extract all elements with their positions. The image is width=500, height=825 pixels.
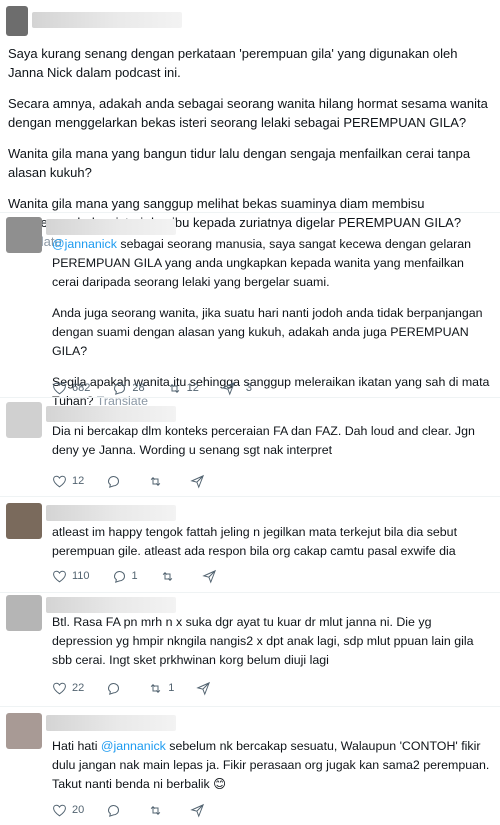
repost-icon [151, 476, 161, 486]
action-bar: 12 [52, 472, 227, 490]
heart-icon [53, 382, 66, 394]
blurred-username[interactable] [32, 12, 182, 28]
reply-paragraph: atleast im happy tengok fattah jeling n … [52, 525, 458, 558]
comment-icon [114, 382, 126, 395]
like-button[interactable]: 22 [52, 681, 84, 696]
reply-paragraph: Btl. Rasa FA pn mrh n x suka dgr ayat tu… [52, 615, 474, 667]
comment-icon [108, 475, 120, 488]
avatar[interactable] [6, 402, 42, 438]
share-icon [190, 803, 205, 818]
like-button[interactable]: 682 [52, 381, 90, 396]
share-icon [190, 474, 205, 489]
repost-count: 1 [168, 682, 175, 694]
divider [0, 496, 500, 497]
reply-button[interactable]: 1 [112, 569, 138, 584]
reply-text: atleast im happy tengok fattah jeling n … [52, 523, 492, 573]
blurred-username[interactable] [46, 715, 176, 731]
blurred-username[interactable] [46, 597, 176, 613]
action-bar: 110 1 [52, 567, 239, 585]
avatar[interactable] [6, 595, 42, 631]
like-count: 682 [72, 382, 91, 394]
reply-text: Btl. Rasa FA pn mrh n x suka dgr ayat tu… [52, 613, 492, 682]
mention-link[interactable]: @jannanick [101, 739, 166, 753]
like-button[interactable]: 12 [52, 474, 84, 489]
share-icon [196, 681, 211, 696]
repost-button[interactable]: 1 [148, 681, 174, 696]
like-count: 12 [72, 475, 85, 487]
share-icon [221, 381, 235, 396]
reply-button[interactable] [106, 803, 126, 818]
blurred-username[interactable] [46, 219, 176, 235]
avatar[interactable] [6, 713, 42, 749]
reply-button[interactable] [106, 474, 126, 489]
reply-text: Hati hati @jannanick sebelum nk bercakap… [52, 739, 490, 791]
action-bar: 22 1 [52, 679, 233, 697]
avatar[interactable] [6, 6, 28, 36]
blurred-username[interactable] [46, 406, 176, 422]
like-button[interactable]: 110 [52, 569, 90, 584]
post-paragraph: Saya kurang senang dengan perkataan 'per… [8, 46, 458, 80]
action-bar: 20 [52, 801, 227, 819]
divider [0, 706, 500, 707]
action-bar: 682 28 12 3 [52, 379, 274, 397]
share-button[interactable]: 3 [221, 381, 252, 396]
repost-icon [169, 383, 179, 393]
blurred-username[interactable] [46, 505, 176, 521]
like-button[interactable]: 20 [52, 803, 84, 818]
repost-button[interactable] [148, 474, 168, 489]
post-paragraph: Secara amnya, adakah anda sebagai seoran… [8, 96, 488, 130]
comment-icon [108, 682, 120, 695]
repost-icon [151, 683, 161, 693]
repost-count: 12 [186, 382, 199, 394]
share-button[interactable] [196, 681, 211, 696]
heart-icon [53, 475, 66, 487]
reply-paragraph: Anda juga seorang wanita, jika suatu har… [52, 306, 483, 358]
reply-button[interactable] [106, 681, 126, 696]
share-button[interactable] [190, 803, 205, 818]
repost-button[interactable] [160, 569, 180, 584]
repost-button[interactable]: 12 [167, 381, 199, 396]
repost-icon [151, 805, 161, 815]
comment-icon [113, 570, 125, 583]
reply-count: 1 [131, 570, 138, 582]
repost-button[interactable] [148, 803, 168, 818]
post-paragraph: Wanita gila mana yang bangun tidur lalu … [8, 146, 471, 180]
divider [0, 212, 500, 213]
avatar[interactable] [6, 503, 42, 539]
like-count: 20 [72, 804, 85, 816]
like-count: 110 [72, 570, 90, 582]
share-icon [202, 569, 216, 584]
heart-icon [53, 804, 66, 816]
reply-paragraph: Dia ni bercakap dlm konteks perceraian F… [52, 424, 475, 457]
heart-icon [53, 570, 66, 582]
avatar[interactable] [6, 217, 42, 253]
repost-icon [162, 571, 172, 581]
reply-text: Dia ni bercakap dlm konteks perceraian F… [52, 422, 492, 472]
share-count: 3 [245, 382, 252, 394]
divider [0, 592, 500, 593]
share-button[interactable] [190, 474, 205, 489]
comment-icon [108, 804, 120, 817]
heart-icon [53, 682, 66, 694]
post-header [6, 6, 206, 36]
share-button[interactable] [202, 569, 217, 584]
divider [0, 397, 500, 398]
like-count: 22 [72, 682, 85, 694]
reply-count: 28 [132, 382, 145, 394]
reply-button[interactable]: 28 [112, 381, 145, 396]
mention-link[interactable]: @jannanick [52, 237, 117, 251]
